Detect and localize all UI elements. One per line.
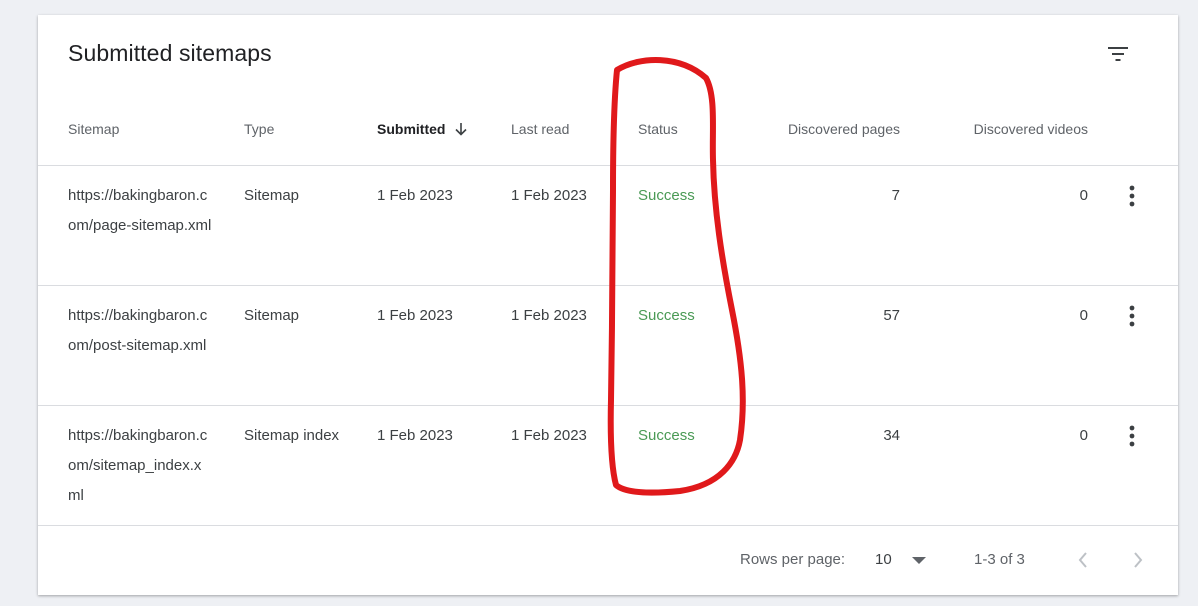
sitemaps-card: Submitted sitemaps Sitemap Type Submitte… [38, 15, 1178, 595]
column-header-sitemap[interactable]: Sitemap [68, 121, 119, 137]
column-header-submitted-label: Submitted [377, 121, 446, 137]
table-row[interactable]: https://bakingbaron.com/page-sitemap.xml… [38, 166, 1178, 286]
discovered-pages-count: 34 [883, 427, 900, 444]
row-more-button[interactable] [1120, 422, 1144, 450]
filter-list-icon [1108, 47, 1128, 61]
filter-button[interactable] [1101, 37, 1135, 71]
sitemap-url[interactable]: https://bakingbaron.com/sitemap_index.xm… [68, 421, 213, 511]
discovered-pages-count: 7 [891, 187, 900, 204]
rows-per-page-select[interactable]: 10 [875, 543, 935, 577]
card-title: Submitted sitemaps [68, 40, 272, 66]
sitemap-url[interactable]: https://bakingbaron.com/post-sitemap.xml [68, 301, 213, 361]
status-text: Success [638, 427, 695, 444]
rows-per-page-value: 10 [875, 551, 892, 568]
discovered-pages-count: 57 [883, 307, 900, 324]
previous-page-button[interactable] [1068, 545, 1098, 575]
table-row[interactable]: https://bakingbaron.com/sitemap_index.xm… [38, 406, 1178, 526]
discovered-videos-count: 0 [1079, 427, 1088, 444]
submitted-date: 1 Feb 2023 [377, 307, 453, 324]
discovered-videos-count: 0 [1079, 307, 1088, 324]
more-vert-icon [1129, 305, 1135, 327]
rows-per-page-label: Rows per page: [740, 551, 846, 568]
chevron-right-icon [1134, 552, 1143, 568]
status-text: Success [638, 307, 695, 324]
last-read-date: 1 Feb 2023 [511, 427, 587, 444]
row-more-button[interactable] [1120, 182, 1144, 210]
more-vert-icon [1129, 185, 1135, 207]
column-header-discovered-videos[interactable]: Discovered videos [928, 121, 1088, 137]
column-header-submitted[interactable]: Submitted [377, 121, 469, 137]
more-vert-icon [1129, 425, 1135, 447]
last-read-date: 1 Feb 2023 [511, 307, 587, 324]
sitemap-url[interactable]: https://bakingbaron.com/page-sitemap.xml [68, 181, 213, 241]
dropdown-arrow-icon [912, 557, 926, 564]
column-header-discovered-pages[interactable]: Discovered pages [740, 121, 900, 137]
column-header-type[interactable]: Type [244, 121, 274, 137]
sitemap-type: Sitemap [244, 307, 300, 324]
footer-divider [38, 525, 1178, 526]
column-header-status[interactable]: Status [638, 121, 678, 137]
status-text: Success [638, 187, 695, 204]
table-row[interactable]: https://bakingbaron.com/post-sitemap.xml… [38, 286, 1178, 406]
next-page-button[interactable] [1123, 545, 1153, 575]
arrow-down-icon [455, 123, 468, 136]
row-more-button[interactable] [1120, 302, 1144, 330]
discovered-videos-count: 0 [1079, 187, 1088, 204]
sitemap-type: Sitemap index [244, 427, 340, 444]
last-read-date: 1 Feb 2023 [511, 187, 587, 204]
pagination-range: 1-3 of 3 [974, 551, 1025, 568]
submitted-date: 1 Feb 2023 [377, 187, 453, 204]
column-header-last-read[interactable]: Last read [511, 121, 569, 137]
chevron-left-icon [1078, 552, 1087, 568]
submitted-date: 1 Feb 2023 [377, 427, 453, 444]
sitemap-type: Sitemap [244, 187, 300, 204]
